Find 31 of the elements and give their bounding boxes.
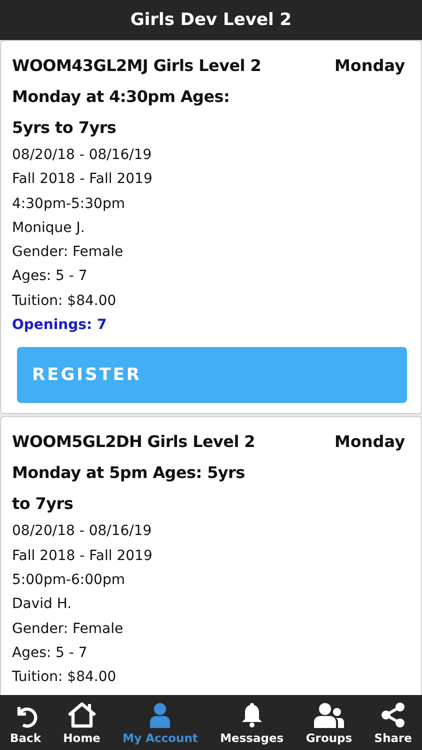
bell-icon: [240, 702, 264, 728]
class-detail: Gender: Female: [12, 243, 124, 262]
class-detail: Fall 2018 - Fall 2019: [12, 170, 152, 190]
openings-count: Openings: 7: [12, 316, 107, 336]
class-detail: Fall 2018 - Fall 2019: [12, 546, 152, 566]
tab-item[interactable]: Share: [370, 695, 416, 750]
page-title: Girls Dev Level 2: [130, 10, 292, 30]
class-detail: 08/20/18 - 08/16/19: [12, 146, 152, 165]
class-detail: 5:00pm-6:00pm: [12, 570, 125, 590]
tab-item[interactable]: My Account: [118, 695, 202, 750]
class-title: WOOM43GL2MJ Girls Level 2 Monday at 4:30pm Ages: 5yrs to 7yrs: [12, 55, 262, 139]
home-icon: [66, 702, 97, 728]
class-detail: David H.: [12, 595, 72, 614]
tab-item[interactable]: Messages: [216, 695, 288, 750]
class-detail: Monique J.: [12, 218, 85, 238]
class-title: WOOM5GL2DH Girls Level 2 Monday at 5pm Ages: 5yrs to 7yrs: [12, 431, 256, 516]
share-icon: [380, 702, 406, 728]
tab-item[interactable]: Back: [6, 695, 45, 750]
group-icon: [314, 702, 344, 728]
class-day: Monday: [334, 426, 405, 458]
tab-item[interactable]: Groups: [302, 695, 356, 750]
class-day: Monday: [334, 50, 405, 81]
class-detail: Ages: 5 - 7: [12, 267, 88, 286]
class-detail: Gender: Female: [12, 620, 124, 639]
person-icon: [148, 702, 172, 728]
tab-item[interactable]: Home: [59, 695, 104, 750]
class-detail: 4:30pm-5:30pm: [12, 194, 125, 214]
class-detail: Ages: 5 - 7: [12, 644, 88, 663]
class-detail: Tuition: $84.00: [12, 668, 116, 688]
class-detail: Tuition: $84.00: [12, 292, 116, 311]
class-detail: 08/20/18 - 08/16/19: [12, 522, 152, 542]
